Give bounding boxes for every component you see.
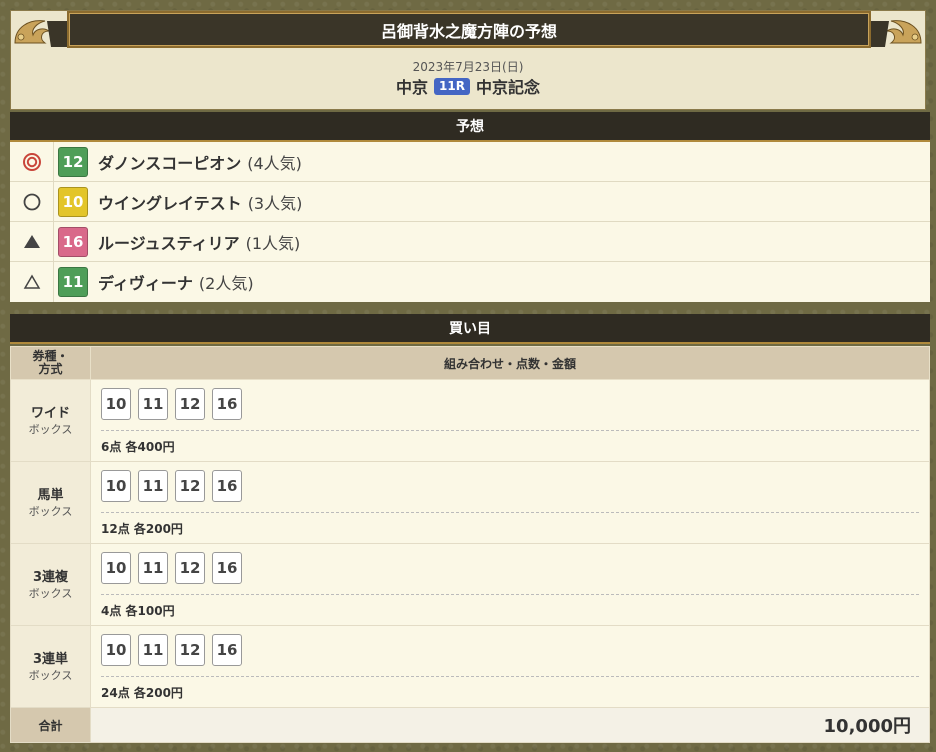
combo-number: 12 [175, 634, 205, 666]
combo-number: 10 [101, 388, 131, 420]
combo-column-header: 組み合わせ・点数・金額 [90, 346, 930, 380]
horse-number-badge: 16 [58, 226, 88, 257]
combo-number: 10 [101, 552, 131, 584]
horse-number-badge: 11 [58, 267, 88, 297]
mark-cell [10, 142, 54, 181]
race-info: 中京 11R 中京記念 [11, 74, 925, 98]
bet-method: ボックス [28, 422, 73, 436]
prediction-heading: 予想 [10, 112, 930, 142]
bet-type-cell: 馬単 ボックス [10, 461, 91, 544]
horse-name: ルージュスティリア [98, 233, 240, 253]
race-date: 2023年7月23日(日) [412, 60, 524, 74]
horse-number-badge: 12 [58, 146, 88, 177]
ornament-icon [14, 20, 67, 47]
bets-heading: 買い目 [10, 314, 930, 344]
total-label: 合計 [10, 707, 91, 743]
circle-mark-icon [23, 193, 40, 210]
prediction-list: 12 ダノンスコーピオン (4人気) 10 ウイングレイテスト (3人気) 16… [10, 142, 930, 302]
combo-number: 12 [175, 470, 205, 502]
mark-cell [10, 262, 54, 302]
double-circle-mark-icon [22, 152, 41, 171]
combo-number: 12 [175, 552, 205, 584]
bet-type: ワイド [30, 405, 70, 421]
combo-number: 16 [212, 552, 242, 584]
mark-cell [10, 222, 54, 261]
prediction-row: 16 ルージュスティリア (1人気) [10, 222, 930, 262]
bet-combo-cell: 10 11 12 16 24点 各200円 [90, 625, 930, 708]
triangle-mark-icon [23, 274, 40, 289]
combo-number: 10 [101, 470, 131, 502]
combo-number: 16 [212, 388, 242, 420]
horse-name: ウイングレイテスト [98, 193, 242, 213]
bets-header-row: 券種・方式 組み合わせ・点数・金額 [10, 346, 930, 380]
bet-type-cell: 3連単 ボックス [10, 625, 91, 708]
combo-number: 10 [101, 634, 131, 666]
filled-triangle-mark-icon [23, 234, 40, 248]
bet-combo-cell: 10 11 12 16 6点 各400円 [90, 379, 930, 462]
bet-row: 3連複 ボックス 10 11 12 16 4点 各100円 [10, 543, 930, 626]
bet-type-cell: ワイド ボックス [10, 379, 91, 462]
bet-method: ボックス [28, 586, 73, 600]
horse-number-badge: 10 [58, 186, 88, 217]
bet-type: 3連単 [32, 651, 69, 667]
race-number-badge: 11R [434, 77, 470, 95]
bet-summary: 24点 各200円 [101, 686, 183, 700]
type-column-label: 券種・方式 [32, 349, 69, 376]
combo-number: 16 [212, 634, 242, 666]
combo-number: 11 [138, 552, 168, 584]
horse-popularity: (4人気) [247, 153, 302, 173]
total-row: 合計 10,000円 [10, 707, 930, 743]
combo-number: 11 [138, 470, 168, 502]
bet-combo-cell: 10 11 12 16 12点 各200円 [90, 461, 930, 544]
race-header: 呂御背水之魔方陣の予想 2023年7月23日(日) 中京 11R 中京記念 [10, 10, 926, 110]
bet-method: ボックス [28, 668, 73, 682]
prediction-row: 12 ダノンスコーピオン (4人気) [10, 142, 930, 182]
bet-summary: 12点 各200円 [101, 522, 183, 536]
ornament-icon [869, 20, 922, 47]
bet-row: ワイド ボックス 10 11 12 16 6点 各400円 [10, 379, 930, 462]
horse-name: ダノンスコーピオン [98, 153, 242, 173]
combo-number: 16 [212, 470, 242, 502]
bet-summary: 4点 各100円 [101, 604, 175, 618]
bets-table: 券種・方式 組み合わせ・点数・金額 ワイド ボックス 10 11 12 16 6… [10, 346, 930, 743]
combo-number: 11 [138, 388, 168, 420]
bet-type: 馬単 [37, 487, 64, 503]
race-name: 中京記念 [475, 78, 540, 97]
horse-popularity: (2人気) [198, 274, 254, 293]
horse-popularity: (1人気) [245, 233, 301, 253]
type-column-header: 券種・方式 [10, 346, 91, 380]
bet-combo-cell: 10 11 12 16 4点 各100円 [90, 543, 930, 626]
bet-summary: 6点 各400円 [101, 440, 175, 454]
bet-row: 3連単 ボックス 10 11 12 16 24点 各200円 [10, 625, 930, 708]
horse-popularity: (3人気) [247, 193, 303, 213]
prediction-row: 10 ウイングレイテスト (3人気) [10, 182, 930, 222]
bet-method: ボックス [28, 504, 73, 518]
total-amount: 10,000円 [90, 707, 930, 743]
combo-number: 11 [138, 634, 168, 666]
prediction-row: 11 ディヴィーナ (2人気) [10, 262, 930, 302]
combo-number: 12 [175, 388, 205, 420]
race-venue: 中京 [396, 78, 429, 97]
horse-name: ディヴィーナ [98, 274, 193, 293]
bet-type: 3連複 [32, 569, 69, 585]
bet-type-cell: 3連複 ボックス [10, 543, 91, 626]
mark-cell [10, 182, 54, 221]
bet-row: 馬単 ボックス 10 11 12 16 12点 各200円 [10, 461, 930, 544]
page-title: 呂御背水之魔方陣の予想 [67, 11, 871, 48]
